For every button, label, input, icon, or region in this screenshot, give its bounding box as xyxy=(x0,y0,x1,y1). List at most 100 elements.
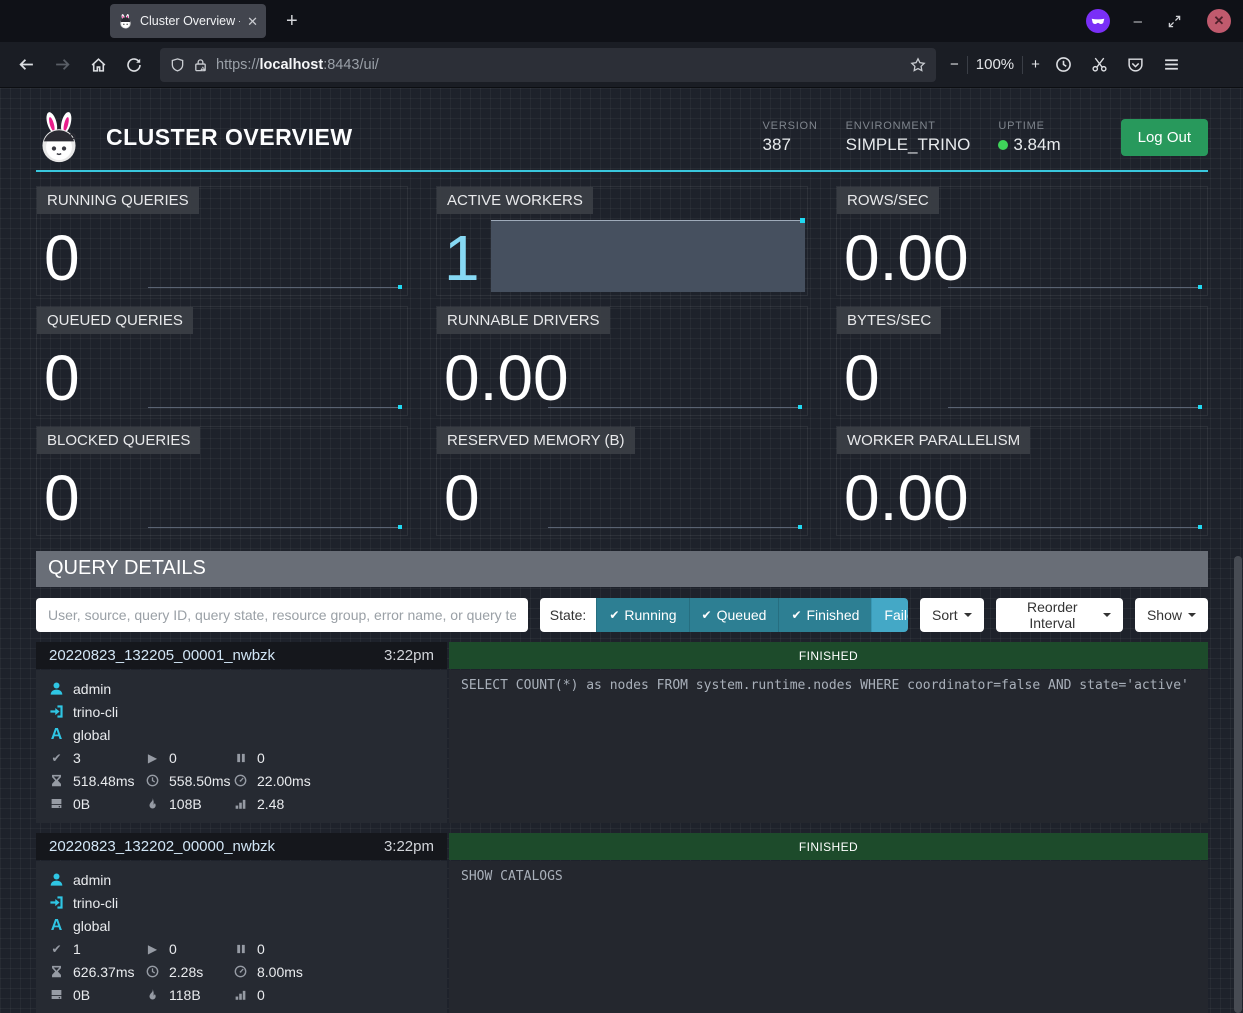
trino-page: CLUSTER OVERVIEW VERSION 387 ENVIRONMENT… xyxy=(0,88,1243,1013)
page-scrollbar[interactable] xyxy=(1233,88,1243,1013)
cluster-stats-grid: RUNNING QUERIES 0 ACTIVE WORKERS 1 ROWS/… xyxy=(36,186,1208,536)
query-id-link[interactable]: 20220823_132202_00000_nwbzk xyxy=(49,838,275,855)
window-restore-button[interactable] xyxy=(1168,15,1181,28)
zoom-in-button[interactable]: + xyxy=(1031,56,1040,73)
forward-icon[interactable] xyxy=(46,49,78,81)
uptime-stat: UPTIME 3.84m xyxy=(998,120,1060,155)
query-details-header: QUERY DETAILS xyxy=(36,551,1208,587)
menu-hamburger-icon[interactable] xyxy=(1156,49,1188,81)
wall-time-hourglass-icon xyxy=(48,774,65,787)
cumulative-memory-fire-icon xyxy=(144,988,161,1001)
completed-splits-check-icon: ✔ xyxy=(48,751,65,765)
divider xyxy=(967,56,968,74)
pocket-icon[interactable] xyxy=(1120,49,1152,81)
history-clock-icon[interactable] xyxy=(1048,49,1080,81)
query-row: 20220823_132202_00000_nwbzk 3:22pm FINIS… xyxy=(36,833,1208,1013)
lock-warning-icon[interactable] xyxy=(193,57,208,73)
show-dropdown[interactable]: Show xyxy=(1135,598,1208,632)
window-close-button[interactable]: ✕ xyxy=(1207,9,1231,33)
scrollbar-thumb[interactable] xyxy=(1234,556,1242,1013)
state-filter-queued[interactable]: ✔ Queued xyxy=(689,598,779,632)
query-row: 20220823_132205_00001_nwbzk 3:22pm FINIS… xyxy=(36,642,1208,823)
sparkline xyxy=(948,527,1201,528)
cumulative-memory: 108B xyxy=(169,796,202,812)
state-filter-group: State: ✔ Running ✔ Queued ✔ Finished Fai… xyxy=(540,598,908,632)
wall-time-hourglass-icon xyxy=(48,965,65,978)
current-memory-hdd-icon xyxy=(48,797,65,810)
bookmark-star-icon[interactable] xyxy=(910,57,926,73)
stat-card-blocked-queries: BLOCKED QUERIES 0 xyxy=(36,426,408,536)
parallelism: 2.48 xyxy=(257,796,284,812)
state-filter-running[interactable]: ✔ Running xyxy=(596,598,688,632)
query-meta-panel: admin trino-cli Aglobal ✔3 ▶0 0 518.48ms… xyxy=(36,670,447,823)
tab-close-icon[interactable]: ✕ xyxy=(247,15,258,28)
queued-splits-pause-icon xyxy=(232,943,249,955)
sparkline xyxy=(148,407,401,408)
source-signin-icon xyxy=(48,704,65,719)
stat-card-rows-sec: ROWS/SEC 0.00 xyxy=(836,186,1208,296)
query-sql-text: SHOW CATALOGS xyxy=(461,869,1196,884)
back-icon[interactable] xyxy=(10,49,42,81)
stat-card-worker-parallelism: WORKER PARALLELISM 0.00 xyxy=(836,426,1208,536)
cumulative-memory-fire-icon xyxy=(144,797,161,810)
queued-splits-pause-icon xyxy=(232,752,249,764)
sparkline xyxy=(148,527,401,528)
query-id-link[interactable]: 20220823_132205_00001_nwbzk xyxy=(49,647,275,664)
browser-tab[interactable]: Cluster Overview - Trino ✕ xyxy=(110,4,266,38)
current-memory: 0B xyxy=(73,796,90,812)
user-icon xyxy=(48,681,65,696)
zoom-out-button[interactable]: − xyxy=(950,56,959,73)
stat-card-reserved-memory: RESERVED MEMORY (B) 0 xyxy=(436,426,808,536)
query-source: trino-cli xyxy=(73,704,118,720)
chevron-down-icon xyxy=(1103,613,1111,617)
query-search-input[interactable] xyxy=(36,598,528,632)
query-source: trino-cli xyxy=(73,895,118,911)
private-browsing-icon xyxy=(1086,9,1110,33)
reload-icon[interactable] xyxy=(118,49,150,81)
queued-splits: 0 xyxy=(257,750,265,766)
new-tab-button[interactable]: + xyxy=(280,10,304,33)
source-signin-icon xyxy=(48,895,65,910)
environment-stat: ENVIRONMENT SIMPLE_TRINO xyxy=(846,120,971,155)
cpu-time-gauge-icon xyxy=(232,965,249,978)
stat-card-queued-queries: QUEUED QUERIES 0 xyxy=(36,306,408,416)
state-label: State: xyxy=(540,598,597,632)
cumulative-memory: 118B xyxy=(169,987,201,1003)
tracking-shield-icon[interactable] xyxy=(170,57,185,73)
cpu-time: 8.00ms xyxy=(257,964,303,980)
zoom-level[interactable]: 100% xyxy=(976,56,1014,73)
resource-group-icon: A xyxy=(48,917,65,935)
parallelism: 0 xyxy=(257,987,265,1003)
query-sql-text: SELECT COUNT(*) as nodes FROM system.run… xyxy=(461,678,1196,693)
check-icon: ✔ xyxy=(791,598,801,632)
state-filter-failed-dropdown[interactable]: Failed xyxy=(871,598,908,632)
url-text[interactable]: https://localhost:8443/ui/ xyxy=(216,57,902,73)
version-stat: VERSION 387 xyxy=(763,120,818,155)
cpu-time: 22.00ms xyxy=(257,773,311,789)
stat-card-running-queries: RUNNING QUERIES 0 xyxy=(36,186,408,296)
query-status-badge: FINISHED xyxy=(449,642,1208,669)
browser-navbar: https://localhost:8443/ui/ − 100% + xyxy=(0,42,1243,88)
window-minimize-button[interactable]: – xyxy=(1134,13,1142,30)
sparkline xyxy=(548,527,801,528)
total-time: 558.50ms xyxy=(169,773,230,789)
running-splits-play-icon: ▶ xyxy=(144,942,161,956)
sparkline xyxy=(948,287,1201,288)
wall-time: 518.48ms xyxy=(73,773,134,789)
logout-button[interactable]: Log Out xyxy=(1121,119,1208,156)
query-sql-panel: SHOW CATALOGS xyxy=(449,861,1208,1013)
url-bar[interactable]: https://localhost:8443/ui/ xyxy=(160,48,936,82)
sparkline xyxy=(548,407,801,408)
screenshot-scissors-icon[interactable] xyxy=(1084,49,1116,81)
running-splits-play-icon: ▶ xyxy=(144,751,161,765)
running-splits: 0 xyxy=(169,941,177,957)
total-time: 2.28s xyxy=(169,964,203,980)
reorder-interval-dropdown[interactable]: Reorder Interval xyxy=(996,598,1123,632)
state-filter-finished[interactable]: ✔ Finished xyxy=(778,598,871,632)
home-icon[interactable] xyxy=(82,49,114,81)
query-header: 20220823_132205_00001_nwbzk 3:22pm xyxy=(36,642,447,669)
sort-dropdown[interactable]: Sort xyxy=(920,598,984,632)
chevron-down-icon xyxy=(1188,613,1196,617)
completed-splits: 1 xyxy=(73,941,81,957)
parallelism-bars-icon xyxy=(232,988,249,1001)
